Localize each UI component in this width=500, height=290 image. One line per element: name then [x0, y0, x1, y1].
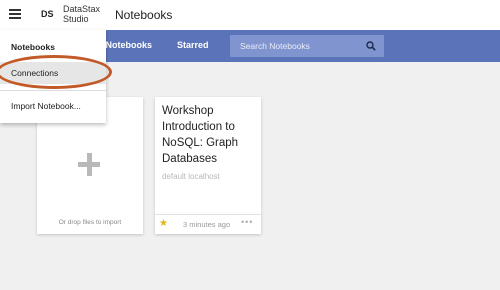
menu-divider — [0, 90, 106, 91]
card-divider — [155, 214, 261, 215]
notebook-title[interactable]: Workshop Introduction to NoSQL: Graph Da… — [162, 103, 257, 167]
search-input[interactable]: Search Notebooks — [240, 41, 310, 51]
main-menu: Notebooks Connections Import Notebook... — [0, 30, 106, 123]
search-icon[interactable] — [366, 41, 376, 51]
brand-line-2: Studio — [63, 14, 89, 24]
hamburger-menu-icon[interactable] — [9, 9, 21, 19]
tab-all-notebooks[interactable]: ll Notebooks — [98, 40, 152, 50]
more-options-icon[interactable]: ••• — [241, 217, 253, 227]
brand-name: DataStax Studio — [63, 4, 100, 24]
notebook-connection: default localhost — [162, 172, 220, 181]
app-logo: DS — [41, 9, 54, 19]
menu-item-import-notebook[interactable]: Import Notebook... — [11, 101, 81, 111]
tab-starred[interactable]: Starred — [177, 40, 209, 50]
star-icon[interactable]: ★ — [159, 219, 168, 229]
import-drop-label: Or drop files to import — [58, 219, 122, 226]
page-title: Notebooks — [115, 8, 173, 22]
notebook-updated-time: 3 minutes ago — [183, 220, 231, 229]
plus-icon-vertical[interactable] — [86, 153, 92, 176]
menu-item-connections[interactable]: Connections — [11, 68, 58, 78]
top-bar: DS DataStax Studio Notebooks — [0, 0, 500, 30]
search-box[interactable]: Search Notebooks — [230, 35, 384, 57]
menu-item-notebooks[interactable]: Notebooks — [11, 42, 55, 52]
brand-line-1: DataStax — [63, 4, 101, 14]
